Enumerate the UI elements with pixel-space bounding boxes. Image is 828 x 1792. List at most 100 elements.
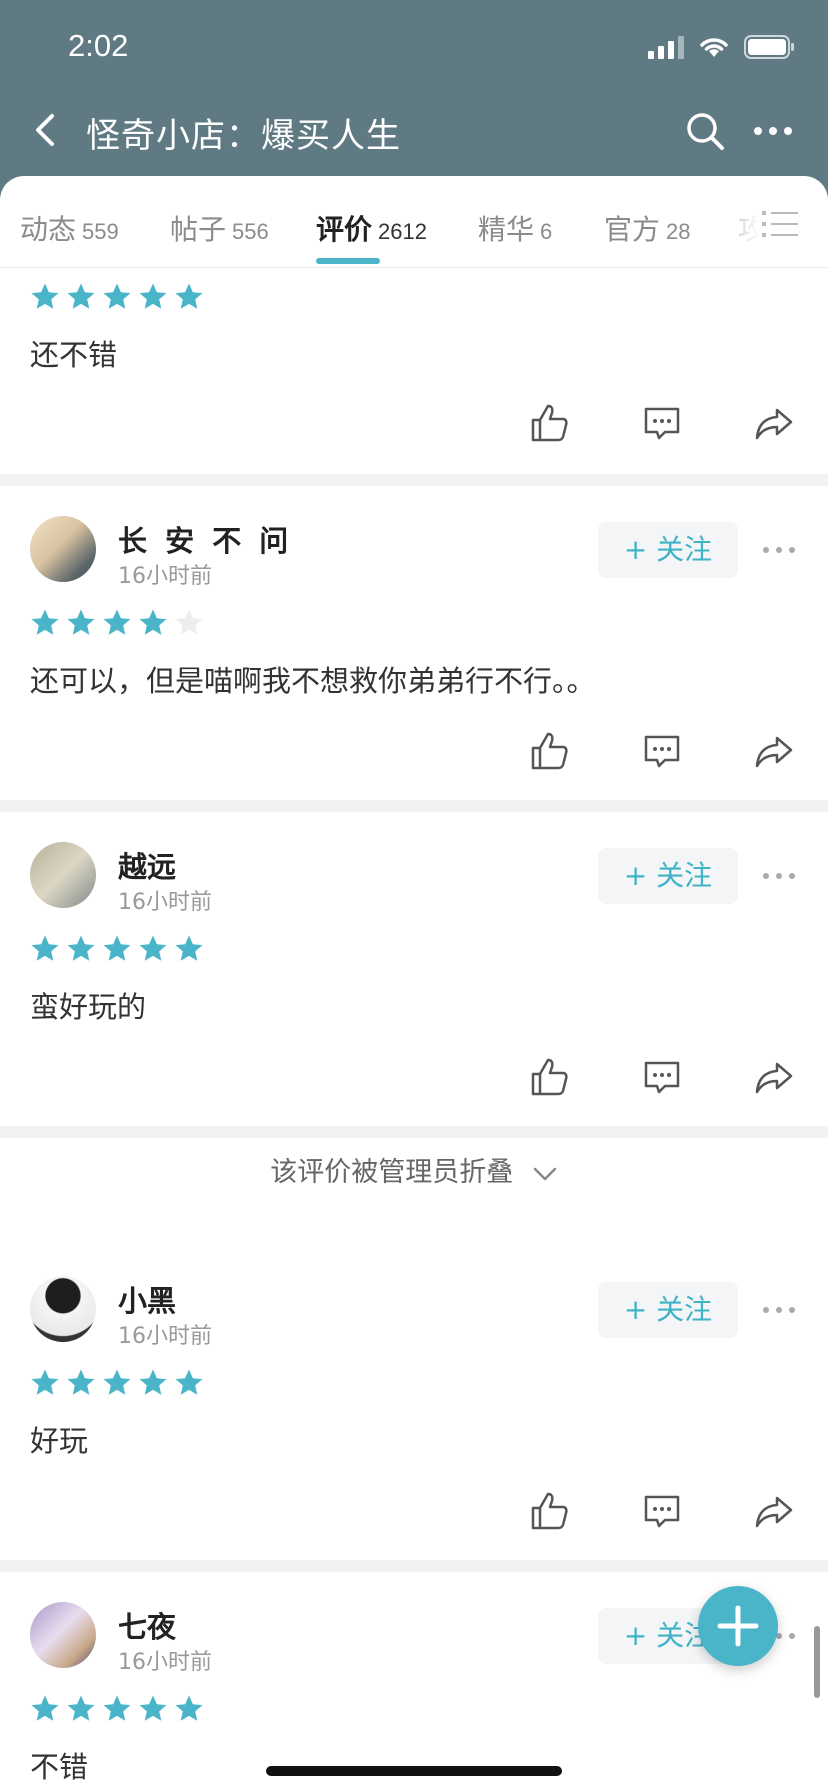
review-card: 长 安 不 问 16小时前 + 关注 还可以，但是喵啊我不想救你弟弟行不行。。 (0, 486, 828, 800)
star-rating (30, 1694, 204, 1724)
like-icon[interactable] (528, 730, 570, 772)
list-icon[interactable] (760, 206, 800, 242)
more-icon[interactable] (752, 110, 794, 152)
avatar[interactable] (30, 516, 96, 582)
tab-label: 评价 (316, 213, 373, 246)
like-icon[interactable] (528, 1490, 570, 1532)
star-filled-icon (103, 1369, 131, 1395)
more-icon[interactable] (758, 1298, 800, 1322)
like-icon[interactable] (528, 402, 570, 444)
star-filled-icon (67, 935, 95, 961)
more-icon[interactable] (758, 864, 800, 888)
scrollbar[interactable] (814, 1626, 820, 1698)
tab-label: 帖子 (170, 213, 227, 246)
tab-count: 559 (82, 219, 119, 244)
page-title: 怪奇小店：爆买人生 (86, 116, 401, 156)
star-filled-icon (103, 283, 131, 309)
share-icon[interactable] (753, 730, 795, 772)
star-filled-icon (103, 609, 131, 635)
review-text: 还可以，但是喵啊我不想救你弟弟行不行。。 (30, 664, 596, 698)
back-icon[interactable] (24, 108, 68, 152)
section-divider (0, 800, 828, 812)
username[interactable]: 长 安 不 问 (118, 518, 292, 560)
tab-label: 精华 (478, 213, 535, 246)
star-filled-icon (139, 935, 167, 961)
star-filled-icon (139, 609, 167, 635)
review-card: 小黑 16小时前 + 关注 好玩 (0, 1246, 828, 1560)
tab-count: 28 (666, 219, 691, 244)
status-icons (648, 34, 796, 60)
tab-dynamics[interactable]: 动态 559 (20, 208, 119, 248)
follow-button[interactable]: + 关注 (598, 848, 738, 904)
tab-count: 2612 (378, 219, 427, 244)
search-icon[interactable] (684, 110, 726, 152)
star-filled-icon (67, 609, 95, 635)
share-icon[interactable] (753, 1056, 795, 1098)
follow-button[interactable]: + 关注 (598, 522, 738, 578)
new-review-button[interactable] (698, 1586, 778, 1666)
timestamp: 16小时前 (118, 1650, 212, 1675)
like-icon[interactable] (528, 1056, 570, 1098)
status-time: 2:02 (68, 28, 129, 63)
star-filled-icon (175, 283, 203, 309)
folded-review-notice[interactable]: 该评价被管理员折叠 (0, 1150, 828, 1189)
star-filled-icon (175, 1695, 203, 1721)
share-icon[interactable] (753, 402, 795, 444)
app-header: 2:02 怪奇小店：爆买人生 (0, 0, 828, 200)
share-icon[interactable] (753, 1490, 795, 1532)
review-text: 还不错 (30, 338, 118, 372)
avatar[interactable] (30, 1276, 96, 1342)
avatar[interactable] (30, 842, 96, 908)
star-rating (30, 282, 204, 312)
username[interactable]: 七夜 (118, 1604, 176, 1646)
star-filled-icon (103, 1695, 131, 1721)
star-rating (30, 934, 204, 964)
review-text: 蛮好玩的 (30, 990, 147, 1024)
tab-official[interactable]: 官方 28 (604, 208, 691, 248)
timestamp: 16小时前 (118, 1324, 212, 1349)
review-card: 越远 16小时前 + 关注 蛮好玩的 (0, 812, 828, 1126)
more-icon[interactable] (758, 538, 800, 562)
tab-count: 556 (232, 219, 269, 244)
star-rating (30, 1368, 204, 1398)
star-filled-icon (67, 283, 95, 309)
wifi-icon (700, 38, 728, 57)
home-indicator (266, 1766, 562, 1776)
star-filled-icon (103, 935, 131, 961)
comment-icon[interactable] (641, 1490, 683, 1532)
star-filled-icon (139, 1369, 167, 1395)
review-text: 不错 (30, 1750, 89, 1784)
star-filled-icon (31, 609, 59, 635)
plus-icon (717, 1605, 759, 1647)
comment-icon[interactable] (641, 1056, 683, 1098)
chevron-down-icon (533, 1167, 557, 1180)
comment-icon[interactable] (641, 402, 683, 444)
tab-bar: 动态559 帖子556 评价2612 精华6 官方28 攻 (0, 176, 828, 268)
star-filled-icon (31, 935, 59, 961)
tab-count: 6 (540, 219, 553, 244)
tab-featured[interactable]: 精华 6 (478, 208, 552, 248)
username[interactable]: 越远 (118, 844, 176, 886)
star-filled-icon (67, 1695, 95, 1721)
star-filled-icon (31, 283, 59, 309)
timestamp: 16小时前 (118, 564, 212, 589)
battery-icon (744, 35, 794, 59)
comment-icon[interactable] (641, 730, 683, 772)
tab-label: 官方 (604, 213, 661, 246)
folded-notice-text: 该评价被管理员折叠 (270, 1157, 514, 1188)
star-filled-icon (139, 283, 167, 309)
tab-reviews[interactable]: 评价 2612 (316, 208, 427, 248)
username[interactable]: 小黑 (118, 1278, 176, 1320)
review-card: 还不错 (0, 268, 828, 474)
tab-label: 动态 (20, 213, 77, 246)
avatar[interactable] (30, 1602, 96, 1668)
signal-icon (648, 36, 684, 59)
tab-posts[interactable]: 帖子 556 (170, 208, 269, 248)
star-empty-icon (175, 609, 203, 635)
follow-button[interactable]: + 关注 (598, 1282, 738, 1338)
star-filled-icon (175, 1369, 203, 1395)
section-divider (0, 1560, 828, 1572)
star-filled-icon (67, 1369, 95, 1395)
section-divider (0, 1126, 828, 1138)
star-filled-icon (31, 1369, 59, 1395)
